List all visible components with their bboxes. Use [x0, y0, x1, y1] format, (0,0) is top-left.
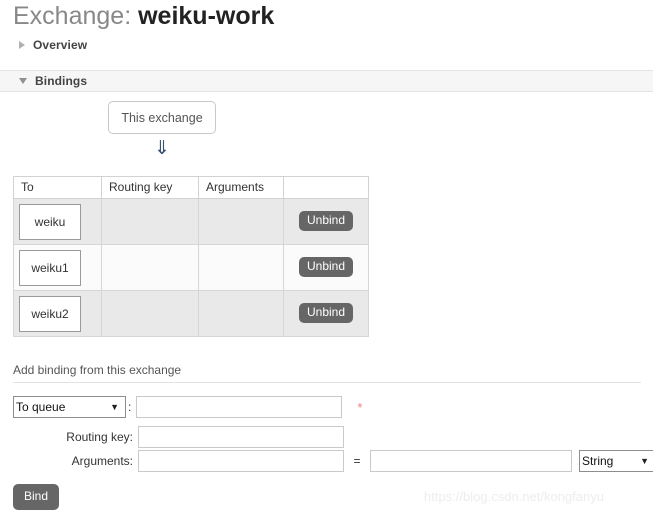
column-header-arguments: Arguments [198, 176, 284, 199]
cell-routing-key [101, 290, 199, 337]
cell-arguments [198, 244, 284, 291]
cell-action: Unbind [283, 198, 369, 245]
bindings-table-header-row: To Routing key Arguments [13, 176, 369, 199]
routing-key-label: Routing key: [66, 430, 133, 444]
required-asterisk: * [357, 399, 363, 415]
column-header-to: To [13, 176, 102, 199]
argument-key-input[interactable] [138, 450, 344, 472]
bindings-table: To Routing key Arguments weiku Unbind we… [13, 176, 369, 337]
cell-arguments [198, 198, 284, 245]
destination-colon: : [128, 400, 132, 414]
section-header-bindings-label: Bindings [35, 74, 88, 88]
this-exchange-node: This exchange [108, 101, 216, 134]
triangle-down-icon [19, 78, 27, 84]
table-row: weiku1 Unbind [13, 244, 369, 291]
queue-link[interactable]: weiku2 [19, 295, 81, 332]
cell-arguments [198, 290, 284, 337]
form-row-arguments: Arguments: = String Number Boolean List … [13, 450, 653, 472]
form-row-routing-key: Routing key: [13, 426, 344, 448]
argument-value-input[interactable] [370, 450, 572, 472]
table-row: weiku Unbind [13, 198, 369, 245]
arguments-label: Arguments: [71, 454, 133, 468]
section-header-overview-label: Overview [33, 38, 88, 52]
section-header-bindings[interactable]: Bindings [0, 70, 653, 92]
cell-destination: weiku1 [13, 244, 102, 291]
form-row-destination: To queue To exchange ▼ : * [13, 396, 362, 418]
equals-sign: = [353, 454, 361, 468]
argument-type-select-wrap: String Number Boolean List ▼ [579, 450, 653, 472]
cell-destination: weiku2 [13, 290, 102, 337]
queue-link[interactable]: weiku [19, 203, 81, 240]
bindings-table-body: weiku Unbind weiku1 Unbind weiku2 Unbind [13, 198, 369, 337]
cell-routing-key [101, 198, 199, 245]
page-title: Exchange: weiku-work [13, 1, 274, 31]
this-exchange-node-label: This exchange [121, 110, 203, 125]
watermark-text: https://blog.csdn.net/kongfanyu [424, 489, 604, 504]
unbind-button[interactable]: Unbind [298, 256, 354, 277]
column-header-routing-key: Routing key [101, 176, 199, 199]
double-down-arrow-icon: ⇓ [154, 138, 170, 159]
table-row: weiku2 Unbind [13, 290, 369, 337]
section-header-overview[interactable]: Overview [0, 34, 653, 56]
bindings-table-head: To Routing key Arguments [13, 176, 369, 199]
cell-routing-key [101, 244, 199, 291]
add-binding-heading: Add binding from this exchange [13, 363, 182, 377]
routing-key-input[interactable] [138, 426, 344, 448]
cell-action: Unbind [283, 290, 369, 337]
unbind-button[interactable]: Unbind [298, 302, 354, 323]
bind-button[interactable]: Bind [13, 484, 60, 510]
queue-link[interactable]: weiku1 [19, 249, 81, 286]
argument-type-select[interactable]: String Number Boolean List [579, 450, 653, 472]
cell-destination: weiku [13, 198, 102, 245]
destination-input[interactable] [136, 396, 343, 418]
cell-action: Unbind [283, 244, 369, 291]
page-title-exchange-name: weiku-work [138, 2, 275, 30]
form-divider [13, 382, 641, 383]
destination-type-select[interactable]: To queue To exchange [13, 396, 126, 418]
unbind-button[interactable]: Unbind [298, 210, 354, 231]
page-title-prefix: Exchange: [13, 2, 139, 30]
column-header-actions [283, 176, 369, 199]
destination-type-select-wrap: To queue To exchange ▼ [13, 396, 126, 418]
triangle-right-icon [19, 41, 25, 49]
